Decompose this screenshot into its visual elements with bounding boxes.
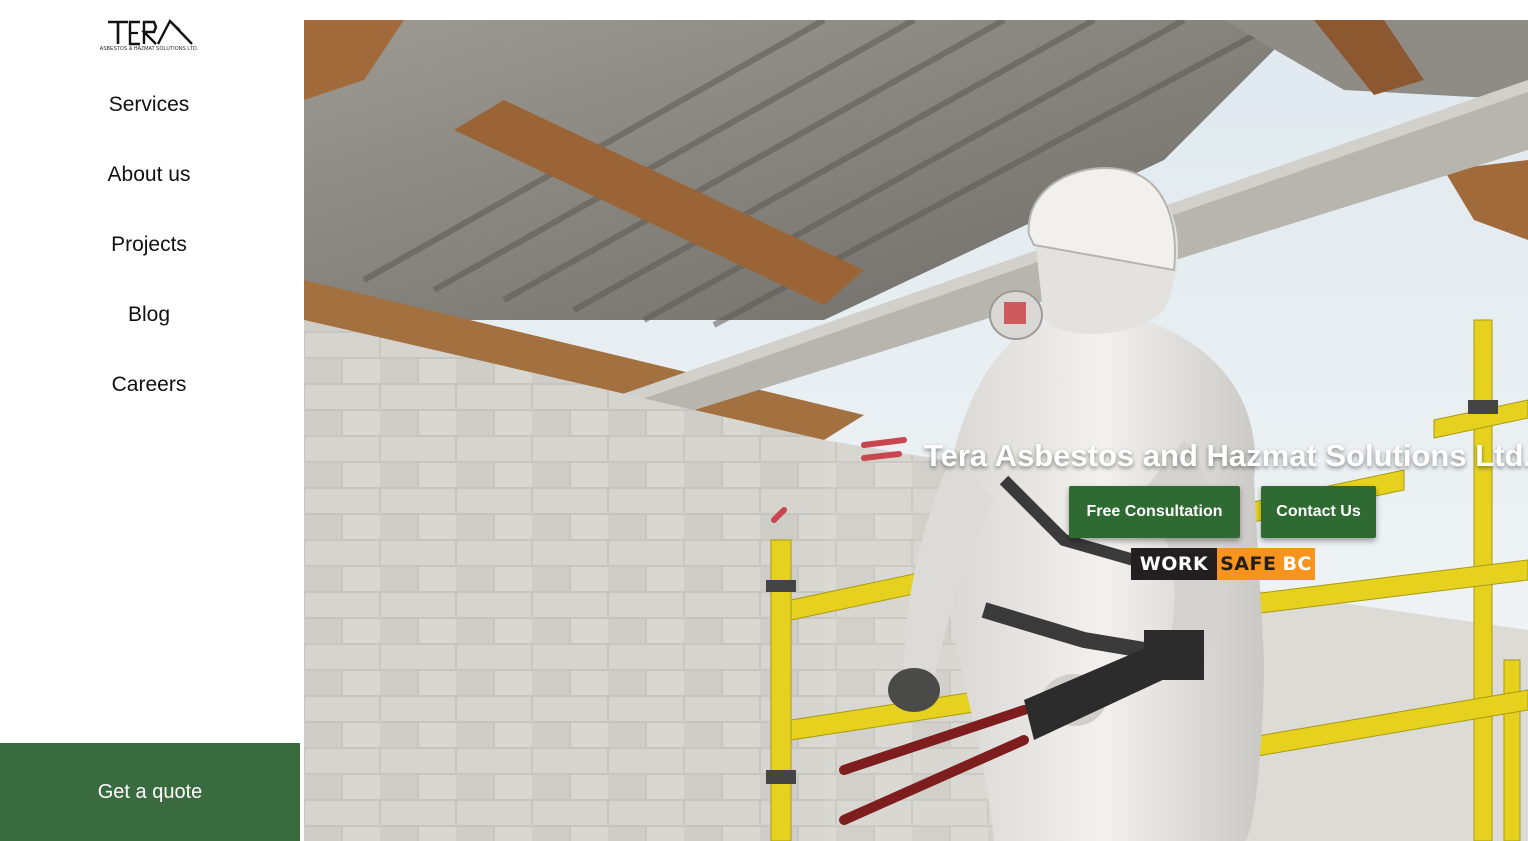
nav-item-about-us[interactable]: About us xyxy=(0,148,298,218)
get-a-quote-button[interactable]: Get a quote xyxy=(0,743,300,841)
nav-item-blog[interactable]: Blog xyxy=(0,288,298,358)
worksafe-badge-safe: SAFE xyxy=(1220,553,1277,575)
worksafe-badge-right: SAFE BC xyxy=(1217,548,1315,580)
worksafe-badge-work: WORK xyxy=(1131,548,1217,580)
nav-item-careers[interactable]: Careers xyxy=(0,358,298,428)
sidebar: ASBESTOS & HAZMAT SOLUTIONS LTD. Service… xyxy=(0,0,302,841)
site-logo[interactable]: ASBESTOS & HAZMAT SOLUTIONS LTD. xyxy=(98,18,200,56)
worksafe-bc-badge[interactable]: WORK SAFE BC xyxy=(1131,548,1315,580)
contact-us-button[interactable]: Contact Us xyxy=(1261,486,1376,538)
main-nav: Services About us Projects Blog Careers xyxy=(0,78,298,428)
free-consultation-button[interactable]: Free Consultation xyxy=(1069,486,1240,538)
logo-tagline: ASBESTOS & HAZMAT SOLUTIONS LTD. xyxy=(99,46,199,52)
nav-item-services[interactable]: Services xyxy=(0,78,298,148)
hero-title: Tera Asbestos and Hazmat Solutions Ltd. xyxy=(923,438,1528,473)
hero-section: Tera Asbestos and Hazmat Solutions Ltd. … xyxy=(304,20,1528,841)
worksafe-badge-bc: BC xyxy=(1282,553,1312,575)
hero-background-image xyxy=(304,20,1528,841)
nav-item-projects[interactable]: Projects xyxy=(0,218,298,288)
logo-mark-icon xyxy=(108,18,193,46)
